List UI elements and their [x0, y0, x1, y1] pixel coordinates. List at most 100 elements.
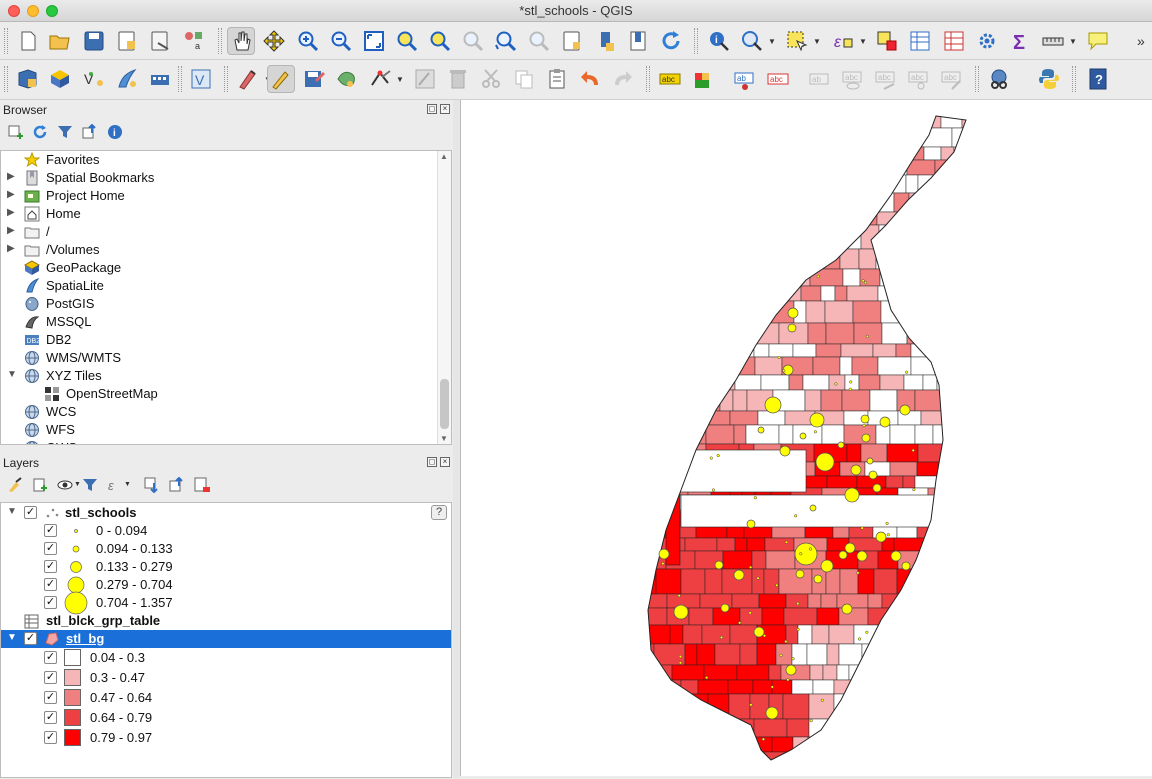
current-edits-button[interactable] [234, 65, 262, 93]
legend-class-row[interactable]: ✓ 0.04 - 0.3 [1, 648, 451, 666]
zoom-next-button[interactable] [525, 27, 553, 55]
refresh-browser-button[interactable] [30, 122, 50, 142]
browser-item-db2[interactable]: DB2 DB2 [1, 331, 437, 349]
filter-legend-by-expression-button[interactable]: ε [105, 475, 125, 495]
statistical-summary-button[interactable]: Σ [1006, 27, 1034, 55]
zoom-to-layer-button[interactable] [426, 27, 454, 55]
add-selected-layers-button[interactable] [5, 122, 25, 142]
pan-map-button[interactable] [227, 27, 255, 55]
undo-button[interactable] [576, 65, 604, 93]
class-visibility-checkbox[interactable]: ✓ [44, 671, 57, 684]
legend-class-row[interactable]: ✓ 0.3 - 0.47 [1, 668, 451, 686]
collapse-all-layers-button[interactable] [167, 475, 187, 495]
browser-item-openstreetmap[interactable]: OpenStreetMap [21, 385, 451, 403]
panel-splitter[interactable] [453, 100, 460, 778]
layer-visibility-checkbox[interactable]: ✓ [24, 506, 37, 519]
remove-layer-button[interactable] [192, 475, 212, 495]
open-project-button[interactable] [46, 27, 74, 55]
browser-scrollbar[interactable]: ▲ ▼ [437, 151, 451, 444]
toggle-editing-button[interactable] [267, 65, 295, 93]
toolbar-grip[interactable] [4, 28, 8, 54]
show-hide-labels-button[interactable]: ab [806, 65, 834, 93]
scrollbar-thumb[interactable] [440, 379, 449, 429]
class-visibility-checkbox[interactable]: ✓ [44, 596, 57, 609]
browser-item-wfs[interactable]: WFS [1, 421, 437, 439]
measure-line-button[interactable] [1039, 27, 1067, 55]
map-tips-button[interactable] [1084, 27, 1112, 55]
collapse-all-button[interactable] [80, 122, 100, 142]
modify-attributes-button[interactable] [411, 65, 439, 93]
browser-item-favorites[interactable]: Favorites [1, 151, 437, 169]
change-label-properties-button[interactable]: abc [905, 65, 933, 93]
class-visibility-checkbox[interactable]: ✓ [44, 578, 57, 591]
expand-arrow-icon[interactable]: ▶ [7, 189, 15, 200]
run-feature-action-button[interactable] [738, 27, 766, 55]
field-calculator-button[interactable] [940, 27, 968, 55]
vertex-tool-button[interactable] [366, 65, 394, 93]
enable-properties-widget-button[interactable]: i [105, 122, 125, 142]
paste-features-button[interactable] [543, 65, 571, 93]
cut-features-button[interactable] [477, 65, 505, 93]
class-visibility-checkbox[interactable]: ✓ [44, 524, 57, 537]
map-canvas[interactable] [460, 100, 1152, 776]
toolbar-overflow-button[interactable]: » [1130, 27, 1152, 55]
style-manager-button[interactable]: a [180, 27, 208, 55]
new-print-layout-button[interactable] [113, 27, 141, 55]
open-styling-panel-button[interactable] [5, 475, 25, 495]
filter-browser-button[interactable] [55, 122, 75, 142]
browser-item-postgis[interactable]: PostGIS [1, 295, 437, 313]
toolbar-grip[interactable] [975, 66, 979, 92]
zoom-full-button[interactable] [360, 27, 388, 55]
browser-item-xyz-tiles[interactable]: ▼ XYZ Tiles [1, 367, 437, 385]
new-bookmark-button[interactable] [591, 27, 619, 55]
add-group-button[interactable] [30, 475, 50, 495]
browser-item-spatial-bookmarks[interactable]: ▶ Spatial Bookmarks [1, 169, 437, 187]
browser-item-wms-wmts[interactable]: WMS/WMTS [1, 349, 437, 367]
layer-labeling-options-button[interactable]: abc [656, 65, 684, 93]
new-shapefile-layer-button[interactable]: V [80, 65, 108, 93]
class-visibility-checkbox[interactable]: ✓ [44, 691, 57, 704]
change-label-button[interactable]: abc [938, 65, 966, 93]
browser-item-home[interactable]: ▶ Home [1, 205, 437, 223]
float-panel-icon[interactable]: ◻ [427, 104, 437, 114]
class-visibility-checkbox[interactable]: ✓ [44, 651, 57, 664]
close-panel-icon[interactable]: × [440, 457, 450, 467]
chevron-down-icon[interactable]: ▼ [768, 37, 776, 46]
scroll-up-icon[interactable]: ▲ [440, 152, 448, 161]
new-project-button[interactable] [14, 27, 42, 55]
save-layer-edits-button[interactable] [300, 65, 328, 93]
chevron-down-icon[interactable]: ▼ [1069, 37, 1077, 46]
zoom-out-button[interactable] [327, 27, 355, 55]
float-panel-icon[interactable]: ◻ [427, 457, 437, 467]
class-visibility-checkbox[interactable]: ✓ [44, 560, 57, 573]
legend-class-row[interactable]: ✓ 0.47 - 0.64 [1, 688, 451, 706]
scroll-down-icon[interactable]: ▼ [440, 434, 448, 443]
zoom-native-button[interactable] [459, 27, 487, 55]
new-geopackage-layer-button[interactable] [46, 65, 74, 93]
zoom-to-selection-button[interactable] [393, 27, 421, 55]
expand-arrow-icon[interactable]: ▶ [7, 225, 15, 236]
collapse-arrow-icon[interactable]: ▼ [7, 506, 17, 517]
refresh-button[interactable] [657, 27, 685, 55]
browser-item-root[interactable]: ▶ / [1, 223, 437, 241]
layout-manager-button[interactable] [146, 27, 174, 55]
browser-item-spatialite[interactable]: SpatiaLite [1, 277, 437, 295]
browser-item-volumes[interactable]: ▶ /Volumes [1, 241, 437, 259]
pan-to-selection-button[interactable] [260, 27, 288, 55]
expand-arrow-icon[interactable]: ▶ [7, 207, 15, 218]
toolbar-grip[interactable] [4, 66, 8, 92]
layer-properties-button[interactable]: V [187, 65, 215, 93]
redo-button[interactable] [609, 65, 637, 93]
toolbar-grip[interactable] [178, 66, 182, 92]
identify-features-button[interactable]: i [705, 27, 733, 55]
new-virtual-layer-button[interactable] [146, 65, 174, 93]
highlight-pinned-labels-button[interactable]: ab [731, 65, 759, 93]
save-project-button[interactable] [80, 27, 108, 55]
zoom-last-button[interactable] [492, 27, 520, 55]
copy-features-button[interactable] [510, 65, 538, 93]
toolbar-grip[interactable] [218, 28, 222, 54]
collapse-arrow-icon[interactable]: ▼ [7, 632, 17, 643]
expand-arrow-icon[interactable]: ▶ [7, 171, 15, 182]
show-bookmarks-button[interactable] [624, 27, 652, 55]
layer-row-stl-blck-grp-table[interactable]: stl_blck_grp_table [1, 612, 451, 630]
